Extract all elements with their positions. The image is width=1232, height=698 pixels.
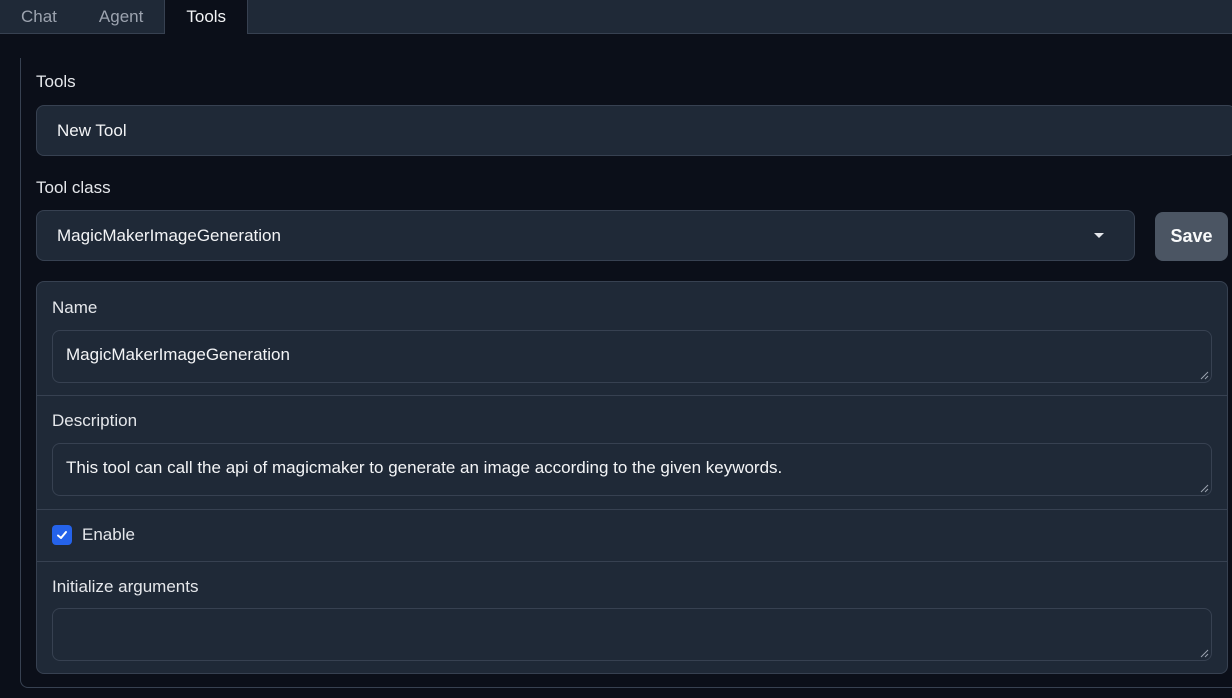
description-field[interactable]: This tool can call the api of magicmaker… (52, 443, 1212, 496)
resize-handle-icon[interactable] (1200, 484, 1209, 493)
tool-class-label: Tool class (36, 178, 111, 197)
init-args-label: Initialize arguments (52, 577, 199, 596)
resize-handle-icon[interactable] (1200, 649, 1209, 658)
tools-dropdown[interactable]: New Tool (36, 105, 1232, 156)
checkmark-icon (57, 531, 67, 539)
name-field[interactable]: MagicMakerImageGeneration (52, 330, 1212, 383)
divider (37, 561, 1227, 562)
tool-class-value: MagicMakerImageGeneration (57, 225, 281, 245)
tab-bar: Chat Agent Tools (0, 0, 1232, 34)
description-label: Description (52, 411, 138, 430)
tab-tools[interactable]: Tools (164, 0, 249, 34)
tool-class-dropdown[interactable]: MagicMakerImageGeneration (36, 210, 1135, 261)
name-value: MagicMakerImageGeneration (66, 345, 290, 364)
divider (37, 509, 1227, 510)
tab-chat[interactable]: Chat (0, 0, 78, 33)
name-label: Name (52, 298, 98, 317)
tab-agent[interactable]: Agent (78, 0, 164, 33)
tools-value: New Tool (57, 120, 127, 140)
enable-label: Enable (82, 525, 135, 544)
resize-handle-icon[interactable] (1200, 371, 1209, 380)
tool-settings-group: Name MagicMakerImageGeneration Descripti… (36, 281, 1228, 674)
init-args-field[interactable] (52, 608, 1212, 661)
enable-checkbox[interactable] (52, 525, 72, 545)
description-value: This tool can call the api of magicmaker… (66, 458, 783, 477)
divider (37, 395, 1227, 396)
chevron-down-icon (1094, 233, 1104, 238)
save-button[interactable]: Save (1155, 212, 1228, 261)
tools-label: Tools (36, 72, 76, 91)
